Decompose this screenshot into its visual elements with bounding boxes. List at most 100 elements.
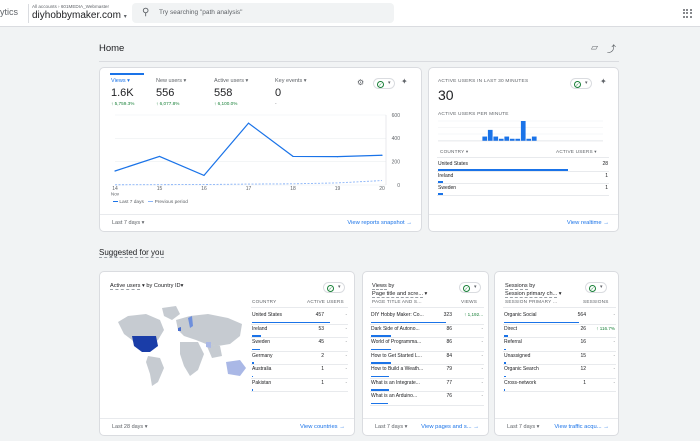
row-change: ↑ 1,192... — [464, 312, 483, 317]
x-tick-label: 20 — [379, 186, 385, 192]
compare-icon[interactable]: ⚙ — [357, 78, 364, 87]
row-dimension: Dark Side of Autono... — [371, 325, 420, 332]
status-dropdown[interactable]: ✓ ▾ — [585, 282, 607, 293]
table-row[interactable]: United States 457 - — [251, 311, 348, 325]
status-dropdown[interactable]: ✓ ▾ — [323, 282, 345, 293]
metric-selector[interactable]: Active users — [110, 283, 141, 290]
table-row[interactable]: World of Programma... 86 - — [370, 338, 484, 352]
card-title[interactable]: Active users ▾ by Country ID▾ — [110, 283, 183, 290]
dimension-selector[interactable]: Session primary ch... — [505, 291, 558, 298]
view-countries-link[interactable]: View countries → — [300, 424, 345, 430]
table-row[interactable]: Sweden 45 - — [251, 338, 348, 352]
view-reports-snapshot-link[interactable]: View reports snapshot → — [347, 220, 412, 226]
row-value: 1 — [605, 185, 608, 191]
metric-selector[interactable]: Sessions — [505, 283, 528, 290]
table-row[interactable]: United States 28 — [437, 160, 609, 172]
column-header-views[interactable]: VIEWS — [461, 299, 477, 304]
search-box[interactable]: ⚲ Try searching "path analysis" — [132, 3, 394, 23]
row-dimension: Direct — [504, 325, 518, 332]
column-header-country[interactable]: COUNTRY — [252, 299, 277, 304]
table-row[interactable]: DIY Hobby Maker: Co... 323 ↑ 1,192... — [370, 311, 484, 325]
date-range-selector[interactable]: Last 7 days ▾ — [112, 220, 144, 226]
table-row[interactable]: Organic Search 12 - — [503, 365, 616, 379]
row-dimension: Ireland — [252, 325, 268, 332]
metric-value: 1.6K — [111, 87, 134, 99]
row-value: 26 — [580, 325, 586, 332]
date-range-selector[interactable]: Last 28 days ▾ — [112, 424, 147, 430]
minute-bar — [487, 129, 493, 141]
metric-new-users[interactable]: New users ▾ 556 ↑ 6,077.8% — [156, 78, 186, 106]
column-header-session-channel[interactable]: SESSION PRIMARY ... — [505, 299, 557, 304]
header-divider — [437, 157, 609, 158]
view-traffic-link[interactable]: View traffic acqu... → — [554, 424, 609, 430]
data-point — [336, 156, 339, 158]
view-pages-link[interactable]: View pages and s... → — [421, 424, 479, 430]
sparkle-icon[interactable]: ✦ — [600, 77, 607, 86]
date-range-label: Last 7 days — [375, 424, 404, 430]
row-value: 86 — [446, 325, 452, 332]
table-row[interactable]: Cross-network 1 - — [503, 379, 616, 392]
metric-key-events[interactable]: Key events ▾ 0 - — [275, 78, 307, 106]
column-header-page-title[interactable]: PAGE TITLE AND S... — [372, 299, 422, 304]
check-icon: ✓ — [463, 284, 470, 292]
property-name: diyhobbymaker.com — [32, 10, 121, 21]
feedback-icon[interactable]: ▱ — [591, 42, 598, 53]
header-divider — [251, 307, 348, 308]
dimension-selector[interactable]: by Country ID — [146, 283, 180, 289]
metric-active-users[interactable]: Active users ▾ 558 ↑ 6,100.0% — [214, 78, 248, 106]
table-row[interactable]: Dark Side of Autono... 86 - — [370, 325, 484, 338]
column-header-sessions[interactable]: SESSIONS — [583, 299, 609, 304]
data-point — [203, 174, 205, 177]
date-range-selector[interactable]: Last 7 days ▾ — [375, 424, 407, 430]
apps-grid-icon[interactable] — [683, 9, 692, 18]
metric-views[interactable]: Views ▾ 1.6K ↑ 5,759.3% — [111, 78, 134, 106]
row-divider — [437, 195, 609, 196]
table-row[interactable]: Australia 1 - — [251, 365, 348, 379]
search-input[interactable]: Try searching "path analysis" — [159, 9, 243, 16]
column-header-active-users[interactable]: ACTIVE USERS — [307, 299, 344, 304]
dimension-selector[interactable]: Page title and scre... — [372, 291, 423, 298]
table-row[interactable]: Ireland 1 — [437, 172, 609, 184]
row-value: 12 — [580, 366, 586, 372]
table-row[interactable]: Sweden 1 — [437, 184, 609, 196]
table-row[interactable]: Organic Social 564 - — [503, 311, 616, 325]
column-header-active-users[interactable]: ACTIVE USERS ▾ — [556, 149, 597, 155]
table-row[interactable]: Unassigned 15 - — [503, 352, 616, 365]
property-selector[interactable]: diyhobbymaker.com ▾ — [32, 10, 127, 21]
table-row[interactable]: Referral 16 - — [503, 338, 616, 352]
breadcrumb[interactable]: All accounts › 601MEDIA_Webmaster — [32, 4, 109, 9]
table-row[interactable]: Direct 26 ↑ 116.7% — [503, 325, 616, 338]
map-pakistan — [206, 342, 211, 348]
row-change: - — [481, 379, 483, 385]
card-footer: View realtime → — [429, 214, 618, 231]
row-change: - — [481, 393, 483, 398]
app-name: ytics — [0, 7, 18, 17]
minute-bar — [509, 138, 515, 141]
card-title[interactable]: Views by Page title and scre... ▾ — [372, 282, 427, 298]
row-change: - — [345, 366, 347, 371]
insights-icon[interactable]: ⤴ — [607, 42, 616, 55]
row-dimension: Pakistan — [252, 379, 272, 386]
date-range-selector[interactable]: Last 7 days ▾ — [507, 424, 539, 430]
table-row[interactable]: How to Get Started L... 84 - — [370, 352, 484, 365]
status-dropdown[interactable]: ✓ ▾ — [570, 78, 592, 89]
card-title[interactable]: Sessions by Session primary ch... ▾ — [505, 282, 562, 298]
table-row[interactable]: Pakistan 1 - — [251, 379, 348, 392]
status-dropdown[interactable]: ✓ ▾ — [459, 282, 481, 293]
table-row[interactable]: Ireland 53 - — [251, 325, 348, 338]
column-header-country[interactable]: COUNTRY ▾ — [440, 149, 468, 155]
table-row[interactable]: What is an Arduino... 76 - — [370, 392, 484, 406]
table-row[interactable]: Germany 2 - — [251, 352, 348, 365]
view-realtime-link[interactable]: View realtime → — [567, 220, 609, 226]
metric-selector[interactable]: Views — [372, 283, 387, 290]
sparkle-icon[interactable]: ✦ — [401, 77, 408, 86]
metric-value: 0 — [275, 87, 282, 99]
y-tick-label: 600 — [392, 113, 401, 119]
metric-value: 556 — [156, 87, 175, 99]
table-row[interactable]: How to Build a Weath... 79 - — [370, 365, 484, 379]
map-australia — [226, 360, 246, 376]
card-footer: Last 28 days ▾ View countries → — [100, 418, 354, 435]
status-dropdown[interactable]: ✓ ▾ — [373, 78, 395, 89]
table-row[interactable]: What is an Integrate... 77 - — [370, 379, 484, 392]
chevron-down-icon: ▾ — [123, 14, 127, 20]
